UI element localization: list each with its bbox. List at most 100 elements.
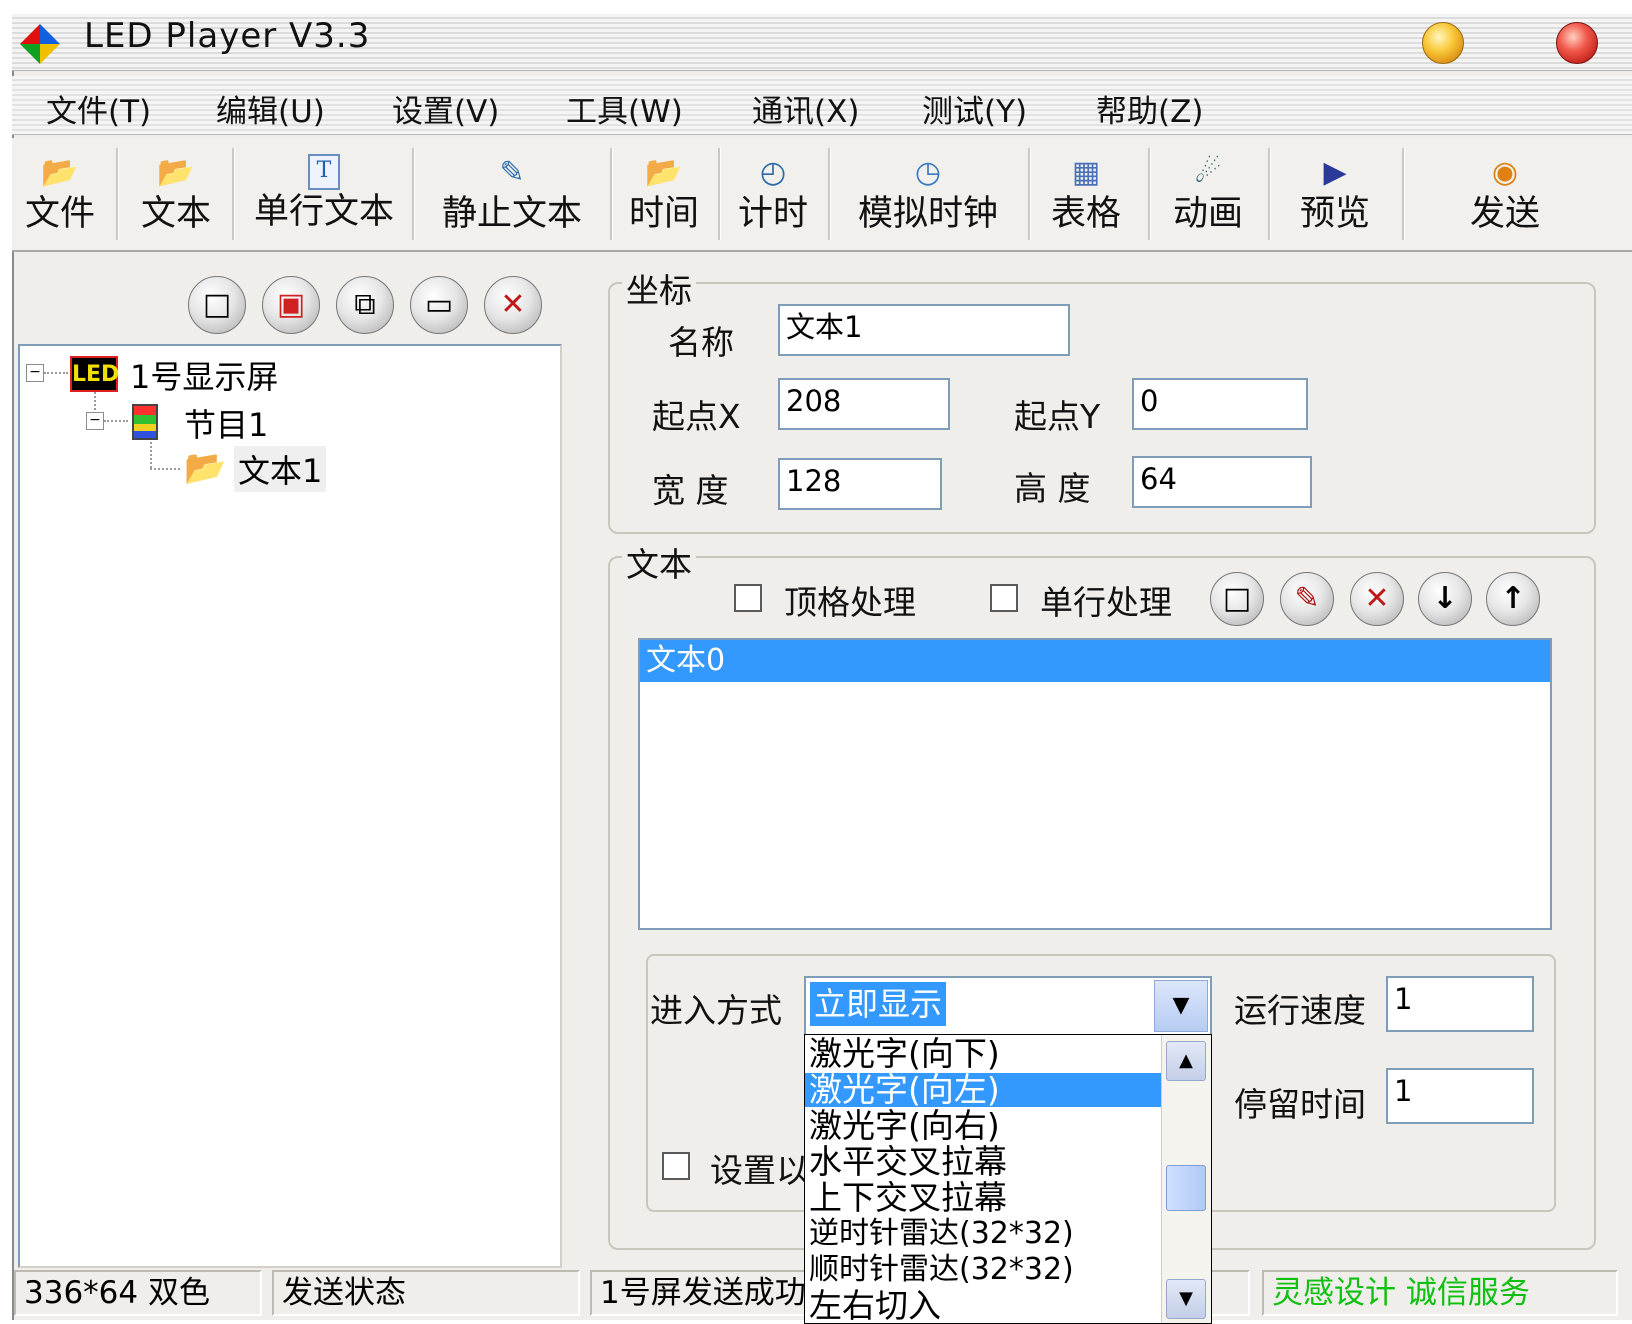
toolbar-preview-button[interactable]: ▶ 预览 bbox=[1280, 140, 1390, 248]
menu-comm[interactable]: 通讯(X) bbox=[752, 86, 859, 131]
entry-mode-options[interactable]: 激光字(向下) 激光字(向左) 激光字(向右) 水平交叉拉幕 上下交叉拉幕 逆时… bbox=[804, 1034, 1212, 1324]
menu-settings[interactable]: 设置(V) bbox=[392, 86, 499, 131]
window-title: LED Player V3.3 bbox=[84, 16, 371, 56]
led-badge-icon: LED bbox=[70, 356, 119, 392]
add-text-icon[interactable]: □ bbox=[1210, 572, 1264, 626]
collapse-toggle[interactable]: − bbox=[26, 364, 44, 382]
tree-program-label[interactable]: 节目1 bbox=[184, 400, 268, 446]
note-edit-icon: ✎ bbox=[499, 155, 525, 190]
minimize-button[interactable] bbox=[1422, 22, 1464, 64]
app-logo-icon bbox=[20, 24, 60, 64]
dropdown-option-selected[interactable]: 激光字(向左) bbox=[805, 1073, 1161, 1107]
name-label: 名称 bbox=[668, 323, 734, 362]
toolbar-separator bbox=[116, 148, 119, 240]
new-item-icon[interactable]: □ bbox=[188, 276, 246, 334]
height-label: 高 度 bbox=[1014, 469, 1091, 508]
coords-group bbox=[608, 282, 1596, 534]
dropdown-option[interactable]: 逆时针雷达(32*32) bbox=[805, 1217, 1161, 1251]
start-y-label: 起点Y bbox=[1014, 397, 1101, 436]
dropdown-scrollbar[interactable]: ▲ ▼ bbox=[1161, 1035, 1211, 1323]
toolbar-send-button[interactable]: ◉ 发送 bbox=[1420, 140, 1590, 248]
set-checkbox[interactable] bbox=[662, 1152, 690, 1180]
top-align-label: 顶格处理 bbox=[784, 583, 916, 622]
single-line-label: 单行处理 bbox=[1040, 583, 1172, 622]
toolbar-preview-label: 预览 bbox=[1299, 194, 1370, 234]
dropdown-option[interactable]: 左右切入 bbox=[805, 1289, 1161, 1323]
folder-edit-icon: 📂 bbox=[157, 155, 195, 190]
close-button[interactable] bbox=[1556, 22, 1598, 64]
start-y-field[interactable]: 0 bbox=[1132, 378, 1308, 430]
toolbar-timer-label: 计时 bbox=[737, 194, 808, 234]
toolbar-static-text-label: 静止文本 bbox=[441, 194, 582, 234]
clock-icon: ◷ bbox=[914, 155, 942, 190]
toolbar-text-label: 文本 bbox=[140, 194, 211, 234]
menu-help[interactable]: 帮助(Z) bbox=[1096, 86, 1203, 131]
folder-icon: 📂 bbox=[41, 155, 79, 190]
tree-connector bbox=[150, 442, 152, 468]
scroll-up-icon[interactable]: ▲ bbox=[1166, 1041, 1206, 1081]
dropdown-option[interactable]: 顺时针雷达(32*32) bbox=[805, 1253, 1161, 1287]
toolbar-table-label: 表格 bbox=[1050, 194, 1121, 234]
coords-legend: 坐标 bbox=[622, 264, 696, 312]
single-line-checkbox[interactable] bbox=[990, 584, 1018, 612]
stay-time-field[interactable]: 1 bbox=[1386, 1068, 1534, 1124]
toolbar-separator bbox=[1268, 148, 1271, 240]
dropdown-option[interactable]: 上下交叉拉幕 bbox=[805, 1181, 1161, 1215]
set-checkbox-label: 设置以 bbox=[710, 1151, 809, 1190]
text-list-item[interactable]: 文本0 bbox=[640, 640, 1550, 682]
start-x-field[interactable]: 208 bbox=[778, 378, 950, 430]
edit-text-icon[interactable]: ✎ bbox=[1280, 572, 1334, 626]
remove-text-icon[interactable]: ✕ bbox=[1350, 572, 1404, 626]
folder-text-icon: 📂 bbox=[184, 448, 227, 488]
menu-file[interactable]: 文件(T) bbox=[46, 86, 151, 131]
toolbar-table-button[interactable]: ▦ 表格 bbox=[1036, 140, 1136, 248]
entry-mode-value: 立即显示 bbox=[810, 982, 947, 1026]
tree-screen-label[interactable]: 1号显示屏 bbox=[130, 352, 278, 398]
text-doc-icon: T bbox=[308, 154, 340, 190]
chevron-down-icon[interactable]: ▼ bbox=[1154, 980, 1208, 1032]
toolbar-static-text-button[interactable]: ✎ 静止文本 bbox=[424, 140, 600, 248]
toolbar-timer-button[interactable]: ◴ 计时 bbox=[728, 140, 818, 248]
toolbar-separator bbox=[1402, 148, 1405, 240]
toolbar-file-label: 文件 bbox=[24, 194, 95, 234]
width-field[interactable]: 128 bbox=[778, 458, 942, 510]
dropdown-option[interactable]: 水平交叉拉幕 bbox=[805, 1145, 1161, 1179]
copy-icon[interactable]: ⧉ bbox=[336, 276, 394, 334]
tree-connector bbox=[44, 372, 68, 374]
toolbar-time-button[interactable]: 📂 时间 bbox=[620, 140, 708, 248]
delete-icon[interactable]: ✕ bbox=[484, 276, 542, 334]
paste-icon[interactable]: ▭ bbox=[410, 276, 468, 334]
scroll-thumb[interactable] bbox=[1166, 1165, 1206, 1211]
new-program-icon[interactable]: ▣ bbox=[262, 276, 320, 334]
stay-time-label: 停留时间 bbox=[1234, 1085, 1366, 1124]
top-align-checkbox[interactable] bbox=[734, 584, 762, 612]
toolbar-single-line-text-label: 单行文本 bbox=[253, 192, 394, 232]
tree-text-label[interactable]: 文本1 bbox=[234, 446, 327, 492]
height-field[interactable]: 64 bbox=[1132, 456, 1312, 508]
name-field[interactable]: 文本1 bbox=[778, 304, 1070, 356]
status-slogan: 灵感设计 诚信服务 bbox=[1262, 1270, 1618, 1316]
program-icon bbox=[132, 404, 158, 440]
scroll-down-icon[interactable]: ▼ bbox=[1166, 1279, 1206, 1319]
tree-connector bbox=[150, 468, 180, 470]
dropdown-option[interactable]: 激光字(向右) bbox=[805, 1109, 1161, 1143]
entry-mode-label: 进入方式 bbox=[650, 991, 782, 1030]
menu-test[interactable]: 测试(Y) bbox=[922, 86, 1027, 131]
run-speed-field[interactable]: 1 bbox=[1386, 976, 1534, 1032]
move-up-icon[interactable]: ↑ bbox=[1486, 572, 1540, 626]
toolbar-single-line-text-button[interactable]: T 单行文本 bbox=[244, 140, 404, 248]
toolbar-analog-clock-button[interactable]: ◷ 模拟时钟 bbox=[838, 140, 1018, 248]
toolbar-file-button[interactable]: 📂 文件 bbox=[18, 140, 102, 248]
collapse-toggle[interactable]: − bbox=[86, 412, 104, 430]
globe-timer-icon: ◴ bbox=[759, 155, 787, 190]
toolbar-animation-label: 动画 bbox=[1172, 194, 1243, 234]
dropdown-option[interactable]: 激光字(向下) bbox=[805, 1037, 1161, 1071]
toolbar-separator bbox=[232, 148, 235, 240]
move-down-icon[interactable]: ↓ bbox=[1418, 572, 1472, 626]
menu-edit[interactable]: 编辑(U) bbox=[216, 86, 325, 131]
toolbar-animation-button[interactable]: ☄ 动画 bbox=[1158, 140, 1258, 248]
menu-tools[interactable]: 工具(W) bbox=[566, 86, 683, 131]
start-x-label: 起点X bbox=[652, 397, 741, 436]
run-speed-label: 运行速度 bbox=[1234, 991, 1366, 1030]
toolbar-text-button[interactable]: 📂 文本 bbox=[128, 140, 224, 248]
